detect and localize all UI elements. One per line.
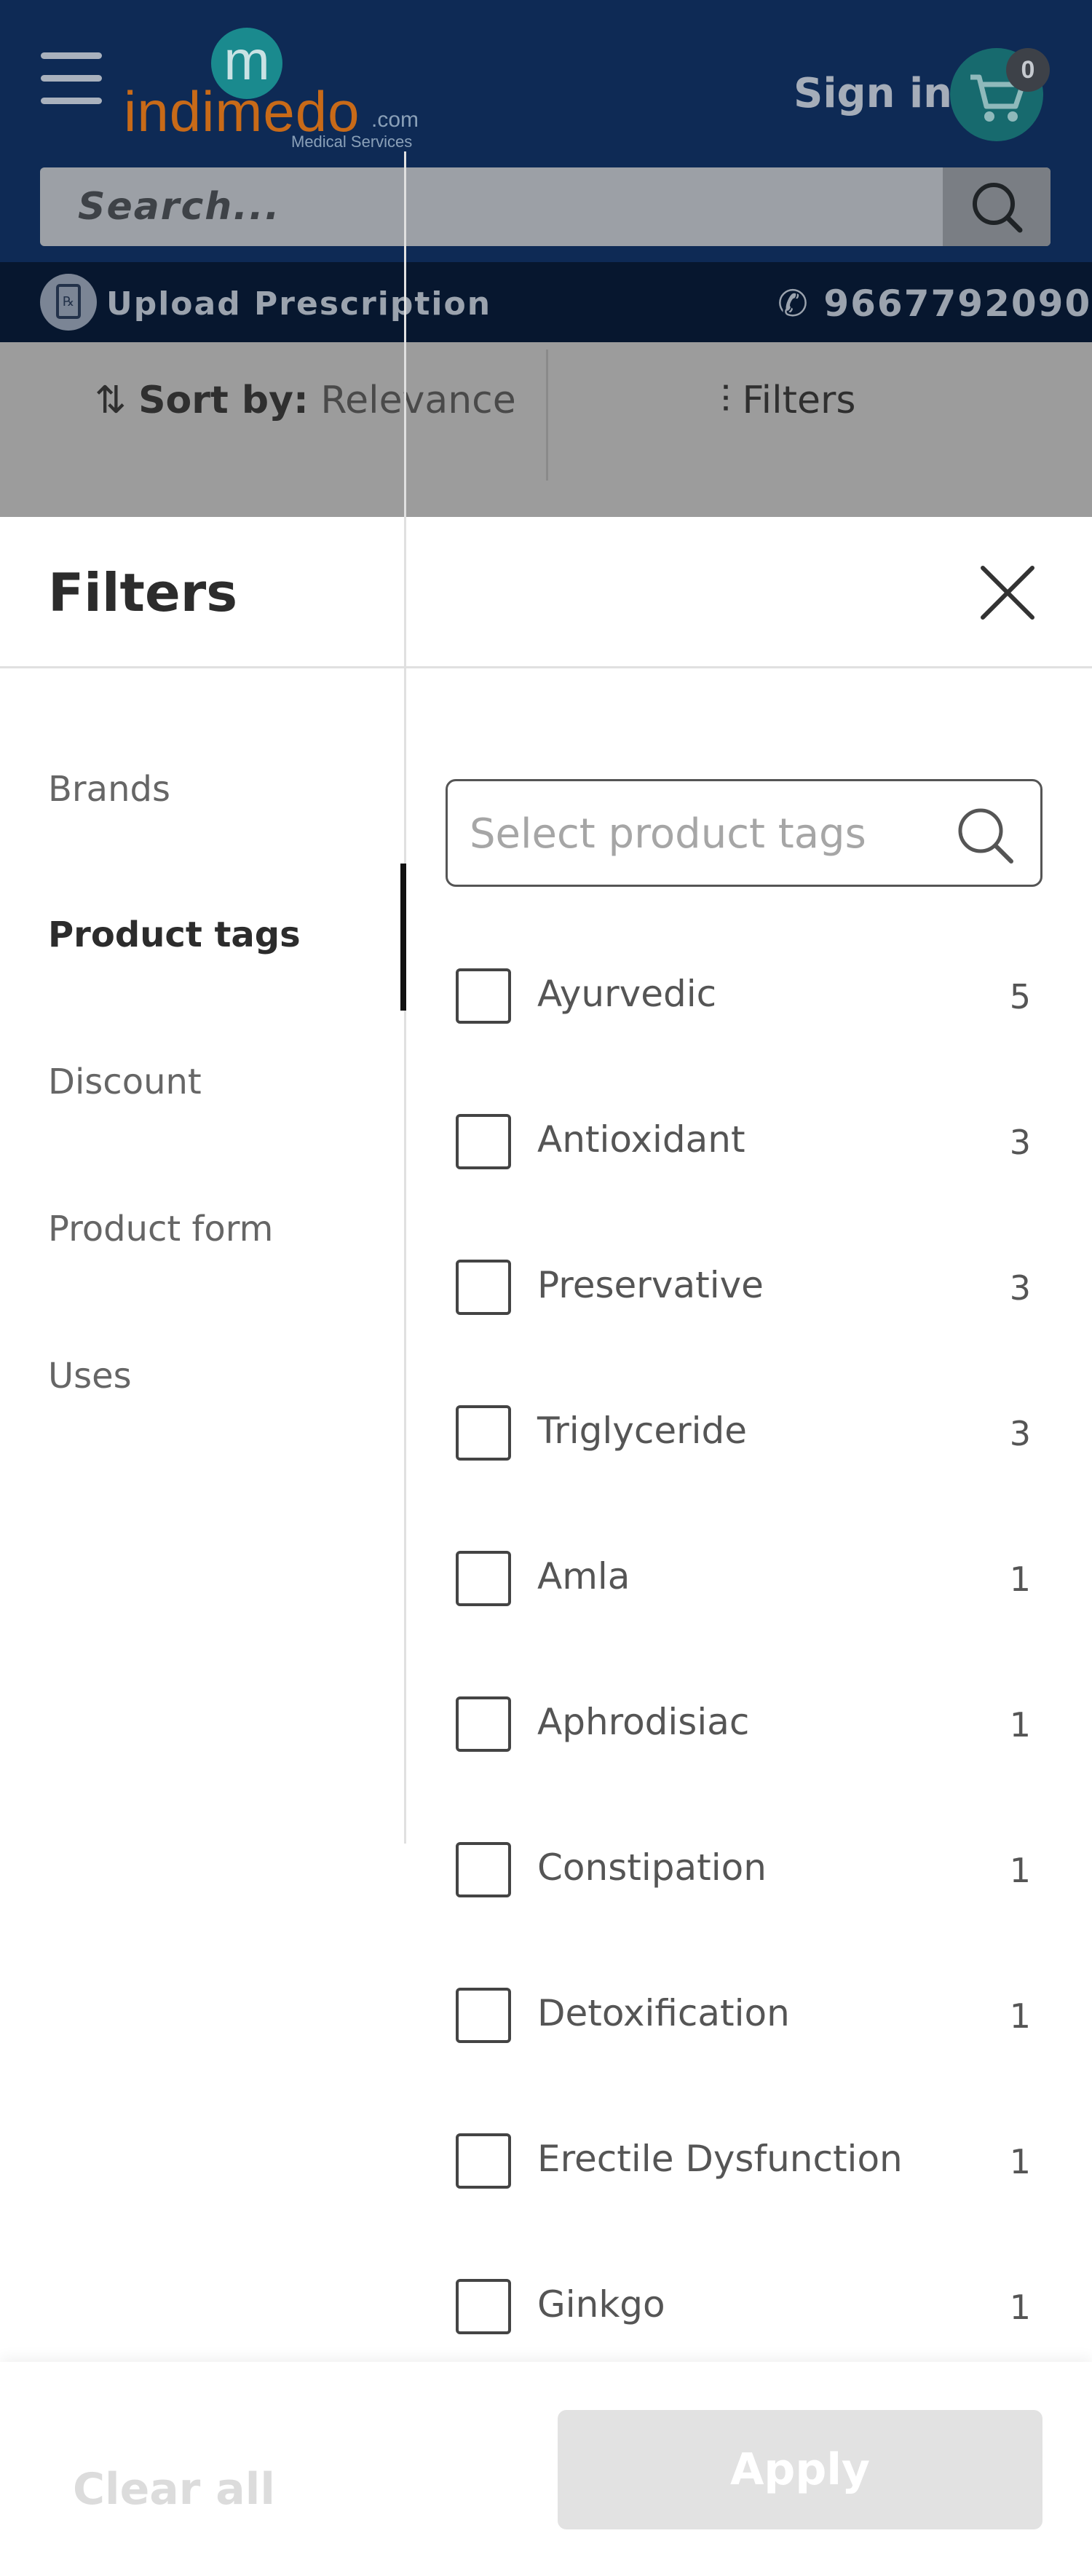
tag-count: 3: [1009, 1268, 1031, 1308]
tag-checkbox[interactable]: [456, 1114, 511, 1169]
site-search-button[interactable]: [943, 167, 1051, 246]
logo-tagline: Medical Services: [291, 133, 413, 151]
filter-category-product-form[interactable]: Product form: [48, 1209, 273, 1249]
tag-label: Amla: [537, 1555, 630, 1597]
phone-link[interactable]: ✆ 9667792090: [778, 283, 1091, 325]
tag-count: 3: [1009, 1123, 1031, 1162]
filters-footer: Clear all Apply: [0, 2362, 1092, 2576]
tag-option-ayurvedic[interactable]: Ayurvedic 5: [456, 958, 1031, 1031]
tag-count: 3: [1009, 1414, 1031, 1453]
tag-option-constipation[interactable]: Constipation 1: [456, 1832, 1031, 1905]
filter-category-uses[interactable]: Uses: [48, 1356, 132, 1396]
tag-search-box[interactable]: [446, 779, 1042, 887]
clear-all-button[interactable]: Clear all: [73, 2464, 275, 2515]
tag-label: Ayurvedic: [537, 973, 717, 1015]
tag-count: 1: [1009, 2288, 1031, 2327]
filter-category-list: Brands Product tags Discount Product for…: [0, 151, 406, 1844]
site-logo[interactable]: m indimedo .com Medical Services: [124, 22, 430, 153]
cart-count-badge: 0: [1006, 48, 1050, 92]
tag-label: Antioxidant: [537, 1118, 745, 1161]
tag-count: 1: [1009, 1851, 1031, 1890]
sliders-icon: ⫶: [721, 379, 731, 422]
tag-label: Detoxification: [537, 1992, 790, 2034]
apply-button[interactable]: Apply: [558, 2410, 1042, 2529]
phone-number: 9667792090: [823, 283, 1092, 325]
tag-checkbox[interactable]: [456, 1988, 511, 2043]
tag-checkbox[interactable]: [456, 1842, 511, 1897]
tag-label: Preservative: [537, 1264, 764, 1306]
close-icon[interactable]: [976, 561, 1040, 625]
tag-label: Ginkgo: [537, 2283, 665, 2326]
tag-option-antioxidant[interactable]: Antioxidant 3: [456, 1104, 1031, 1177]
tag-option-detoxification[interactable]: Detoxification 1: [456, 1978, 1031, 2050]
tag-checkbox[interactable]: [456, 968, 511, 1024]
filter-category-product-tags[interactable]: Product tags: [48, 914, 301, 955]
tag-option-aphrodisiac[interactable]: Aphrodisiac 1: [456, 1686, 1031, 1759]
tag-count: 1: [1009, 1996, 1031, 2036]
tag-label: Erectile Dysfunction: [537, 2138, 903, 2180]
tag-option-amla[interactable]: Amla 1: [456, 1541, 1031, 1613]
tag-count: 1: [1009, 1705, 1031, 1745]
tag-label: Constipation: [537, 1846, 767, 1889]
tag-option-triglyceride[interactable]: Triglyceride 3: [456, 1395, 1031, 1468]
logo-tld: .com: [371, 108, 419, 132]
tag-checkbox[interactable]: [456, 1551, 511, 1606]
sortbar-divider: [546, 349, 548, 481]
active-category-indicator: [400, 864, 406, 1011]
tag-checkbox[interactable]: [456, 2279, 511, 2334]
menu-icon[interactable]: [41, 52, 102, 105]
tag-search-input[interactable]: [470, 803, 943, 864]
tag-option-preservative[interactable]: Preservative 3: [456, 1249, 1031, 1322]
search-icon[interactable]: [951, 802, 1018, 869]
tag-count: 5: [1009, 977, 1031, 1016]
tag-option-ginkgo[interactable]: Ginkgo 1: [456, 2269, 1031, 2342]
filter-category-brands[interactable]: Brands: [48, 769, 170, 810]
tag-count: 1: [1009, 2142, 1031, 2181]
tag-checkbox[interactable]: [456, 2133, 511, 2189]
tag-checkbox[interactable]: [456, 1260, 511, 1315]
filters-button[interactable]: ⫶ Filters: [721, 379, 855, 423]
search-icon: [973, 183, 1023, 233]
tag-label: Aphrodisiac: [537, 1701, 750, 1743]
tag-checkbox[interactable]: [456, 1696, 511, 1752]
tag-count: 1: [1009, 1560, 1031, 1599]
tag-label: Triglyceride: [537, 1410, 748, 1452]
filter-category-discount[interactable]: Discount: [48, 1062, 202, 1102]
phone-icon: ✆: [778, 283, 810, 325]
sign-in-link[interactable]: Sign in: [794, 70, 952, 117]
filters-label: Filters: [742, 379, 856, 422]
tag-checkbox[interactable]: [456, 1405, 511, 1461]
tag-option-erectile-dysfunction[interactable]: Erectile Dysfunction 1: [456, 2123, 1031, 2196]
